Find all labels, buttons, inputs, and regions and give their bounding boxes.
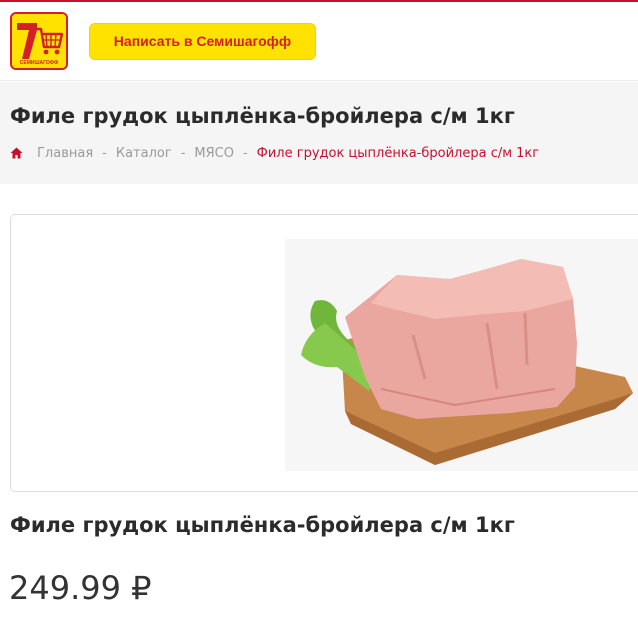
breadcrumb-separator: -: [242, 145, 248, 161]
breadcrumb-separator: -: [102, 145, 107, 161]
product-image[interactable]: [285, 239, 638, 471]
semishagoff-logo-icon: СЕМИШАГОФФ: [12, 14, 66, 68]
breadcrumb-current: Филе грудок цыплёнка-бройлера с/м 1кг: [256, 145, 540, 161]
site-header: СЕМИШАГОФФ Написать в Семишагофф: [0, 2, 638, 81]
breadcrumb-separator: -: [180, 145, 186, 161]
page-title-section: Филе грудок цыплёнка-бройлера с/м 1кг Гл…: [0, 82, 638, 184]
logo-caption: СЕМИШАГОФФ: [20, 60, 59, 66]
site-logo[interactable]: СЕМИШАГОФФ: [10, 12, 68, 70]
write-to-semishagoff-button[interactable]: Написать в Семишагофф: [89, 23, 316, 60]
breadcrumb-home[interactable]: Главная: [37, 146, 93, 161]
product-price: 249.99 ₽: [9, 569, 152, 607]
page-title: Филе грудок цыплёнка-бройлера с/м 1кг: [10, 104, 515, 128]
breadcrumb-meat[interactable]: МЯСО: [194, 146, 234, 161]
breadcrumb: Главная - Каталог - МЯСО - Филе грудок ц…: [10, 144, 539, 162]
product-image-card: [10, 214, 638, 492]
product-name: Филе грудок цыплёнка-бройлера с/м 1кг: [10, 513, 515, 537]
breadcrumb-catalog[interactable]: Каталог: [116, 146, 172, 161]
home-icon[interactable]: [10, 147, 23, 159]
chicken-fillet-photo-icon: [285, 239, 638, 471]
